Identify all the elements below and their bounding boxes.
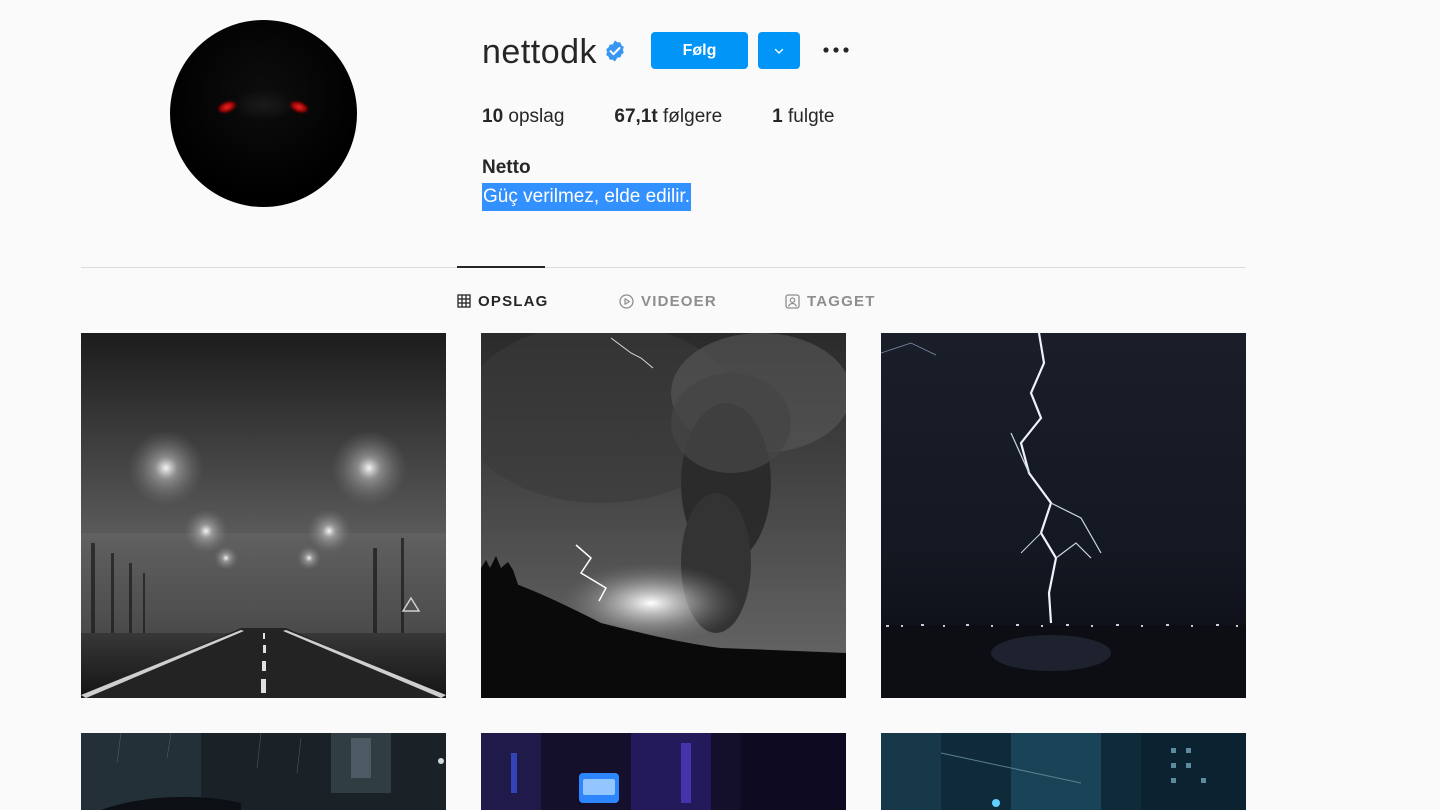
following-count[interactable]: 1 fulgte (772, 104, 834, 130)
following-count-value: 1 (772, 106, 783, 127)
active-tab-indicator (457, 266, 545, 268)
post-thumbnail[interactable] (81, 333, 446, 698)
tabs-divider (81, 267, 1246, 268)
tab-posts-label: OPSLAG (478, 292, 549, 310)
post-thumbnail[interactable] (481, 733, 846, 810)
followers-count-label: følgere (663, 106, 723, 127)
post-thumbnail[interactable] (481, 333, 846, 698)
posts-count: 10 opslag (482, 104, 564, 130)
posts-count-label: opslag (508, 106, 565, 127)
profile-page: nettodk Følg 10 opslag 67,1t følgere 1 f (0, 0, 1440, 810)
tab-videos-label: VIDEOER (641, 292, 717, 310)
post-thumbnail[interactable] (81, 733, 446, 810)
profile-full-name: Netto (482, 157, 531, 178)
tab-posts[interactable]: OPSLAG (457, 290, 549, 312)
suggestions-dropdown-button[interactable] (758, 32, 800, 69)
profile-username: nettodk (482, 33, 598, 71)
chevron-down-icon (774, 48, 784, 54)
avatar-shadow (232, 90, 296, 120)
post-thumbnail[interactable] (881, 333, 1246, 698)
posts-count-value: 10 (482, 106, 504, 127)
tab-videos[interactable]: VIDEOER (619, 290, 717, 312)
profile-stats: 10 opslag 67,1t følgere 1 fulgte (482, 104, 885, 130)
more-options-button[interactable] (820, 36, 852, 64)
avatar-right-eye (288, 99, 310, 115)
avatar-left-eye (216, 99, 238, 115)
ellipsis-icon (823, 47, 849, 53)
profile-avatar[interactable] (170, 20, 357, 207)
followers-count-value: 67,1t (614, 106, 658, 127)
post-thumbnail[interactable] (881, 733, 1246, 810)
verified-badge-icon (603, 39, 627, 63)
profile-bio: Güç verilmez, elde edilir. (482, 183, 691, 211)
followers-count[interactable]: 67,1t følgere (614, 104, 722, 130)
grid-icon (457, 294, 471, 308)
tab-tagged-label: TAGGET (807, 292, 876, 310)
follow-button[interactable]: Følg (651, 32, 748, 69)
tag-icon (785, 293, 800, 309)
tab-tagged[interactable]: TAGGET (785, 290, 876, 312)
following-count-label: fulgte (788, 106, 835, 127)
play-icon (619, 293, 634, 309)
